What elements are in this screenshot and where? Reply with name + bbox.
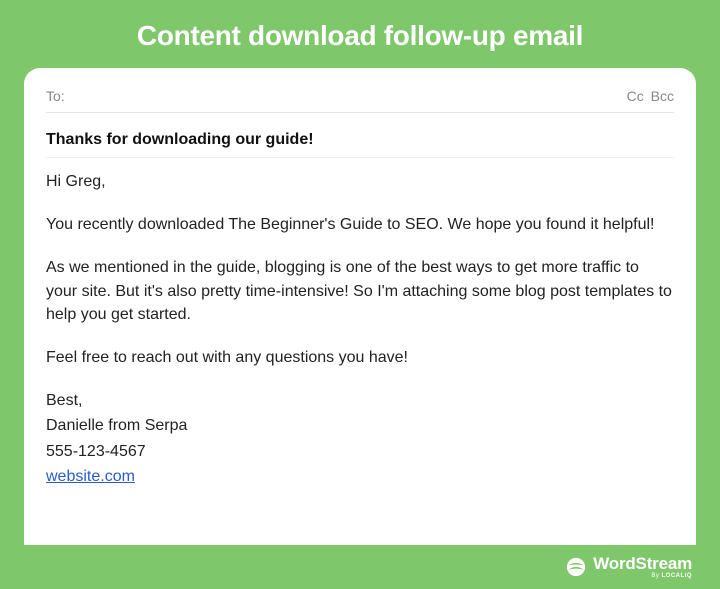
paragraph-3: Feel free to reach out with any question…: [46, 346, 674, 369]
wordstream-logo-icon: [566, 557, 586, 577]
signature-block: Best, Danielle from Serpa 555-123-4567 w…: [46, 389, 674, 488]
recipients-row: To: Cc Bcc: [46, 82, 674, 113]
email-card: To: Cc Bcc Thanks for downloading our gu…: [24, 68, 696, 545]
brand-name: WordStream: [593, 555, 692, 572]
greeting: Hi Greg,: [46, 170, 674, 193]
cc-button[interactable]: Cc: [627, 88, 644, 104]
to-label: To:: [46, 88, 65, 104]
subject-line: Thanks for downloading our guide!: [46, 113, 674, 158]
paragraph-1: You recently downloaded The Beginner's G…: [46, 213, 674, 236]
frame: Content download follow-up email To: Cc …: [0, 0, 720, 589]
closing: Best,: [46, 389, 674, 412]
footer: WordStream By LOCALiQ: [24, 545, 696, 589]
sender-phone: 555-123-4567: [46, 440, 674, 463]
website-link[interactable]: website.com: [46, 468, 135, 485]
brand-text: WordStream By LOCALiQ: [593, 555, 692, 579]
sender-name: Danielle from Serpa: [46, 414, 674, 437]
bcc-button[interactable]: Bcc: [651, 88, 674, 104]
brand-byline: By LOCALiQ: [651, 573, 692, 579]
cc-bcc-group: Cc Bcc: [624, 88, 674, 104]
paragraph-2: As we mentioned in the guide, blogging i…: [46, 256, 674, 326]
page-title: Content download follow-up email: [24, 0, 696, 68]
email-body: Hi Greg, You recently downloaded The Beg…: [46, 170, 674, 488]
